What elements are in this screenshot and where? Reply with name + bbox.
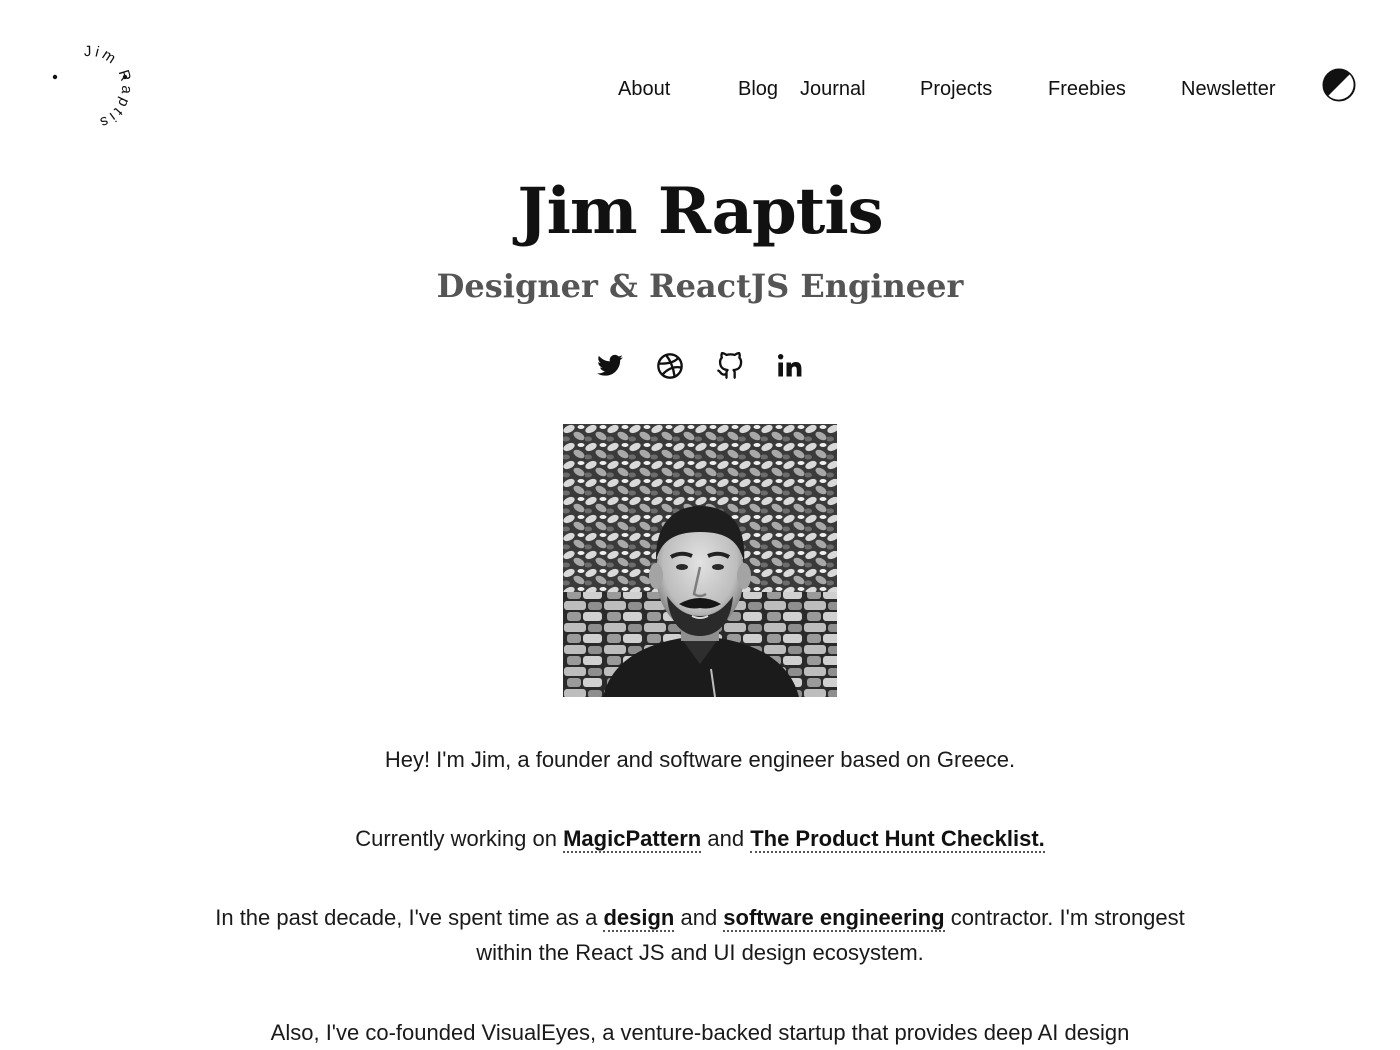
main-nav: About Blog Journal Projects Freebies New… xyxy=(0,76,1400,102)
nav-item-newsletter[interactable]: Newsletter xyxy=(1181,76,1275,102)
bio-intro: Hey! I'm Jim, a founder and software eng… xyxy=(200,742,1200,777)
bio-intro-text: Hey! I'm Jim, a founder and software eng… xyxy=(384,747,1016,772)
bio-experience: In the past decade, I've spent time as a… xyxy=(200,900,1200,970)
page-subtitle: Designer & ReactJS Engineer xyxy=(436,267,964,305)
contrast-icon xyxy=(1322,68,1356,102)
social-links xyxy=(0,352,1400,382)
nav-item-about[interactable]: About xyxy=(618,76,670,102)
bio-current-prefix: Currently working on xyxy=(355,826,564,851)
magicpattern-link[interactable]: MagicPattern xyxy=(563,826,702,853)
bio-experience-prefix: In the past decade, I've spent time as a xyxy=(215,905,604,930)
github-link[interactable] xyxy=(716,352,744,380)
portrait-image xyxy=(563,424,837,697)
nav-item-projects[interactable]: Projects xyxy=(920,76,992,102)
nav-item-journal[interactable]: Journal xyxy=(800,76,866,102)
github-icon xyxy=(717,352,743,379)
design-link[interactable]: design xyxy=(603,905,675,932)
bio-experience-middle: and xyxy=(674,905,724,930)
bio-current-work: Currently working on MagicPattern and Th… xyxy=(200,821,1200,856)
profile-photo xyxy=(563,424,837,697)
page: Jim Raptis About Blog Journal Projects F… xyxy=(0,0,1400,1050)
bio-visualeyes-text: Also, I've co-founded VisualEyes, a vent… xyxy=(270,1020,1130,1045)
nav-item-blog[interactable]: Blog xyxy=(738,76,778,102)
dribbble-icon xyxy=(657,353,683,379)
bio-visualeyes: Also, I've co-founded VisualEyes, a vent… xyxy=(200,1015,1200,1050)
linkedin-icon xyxy=(777,353,802,377)
theme-toggle-button[interactable] xyxy=(1322,68,1356,102)
twitter-link[interactable] xyxy=(596,352,624,380)
linkedin-link[interactable] xyxy=(776,352,804,380)
bio-current-middle: and xyxy=(701,826,751,851)
product-hunt-checklist-link[interactable]: The Product Hunt Checklist. xyxy=(750,826,1045,853)
nav-item-freebies[interactable]: Freebies xyxy=(1048,76,1126,102)
twitter-icon xyxy=(597,354,623,376)
software-engineering-link[interactable]: software engineering xyxy=(723,905,945,932)
dribbble-link[interactable] xyxy=(656,352,684,380)
page-title: Jim Raptis xyxy=(517,174,883,249)
